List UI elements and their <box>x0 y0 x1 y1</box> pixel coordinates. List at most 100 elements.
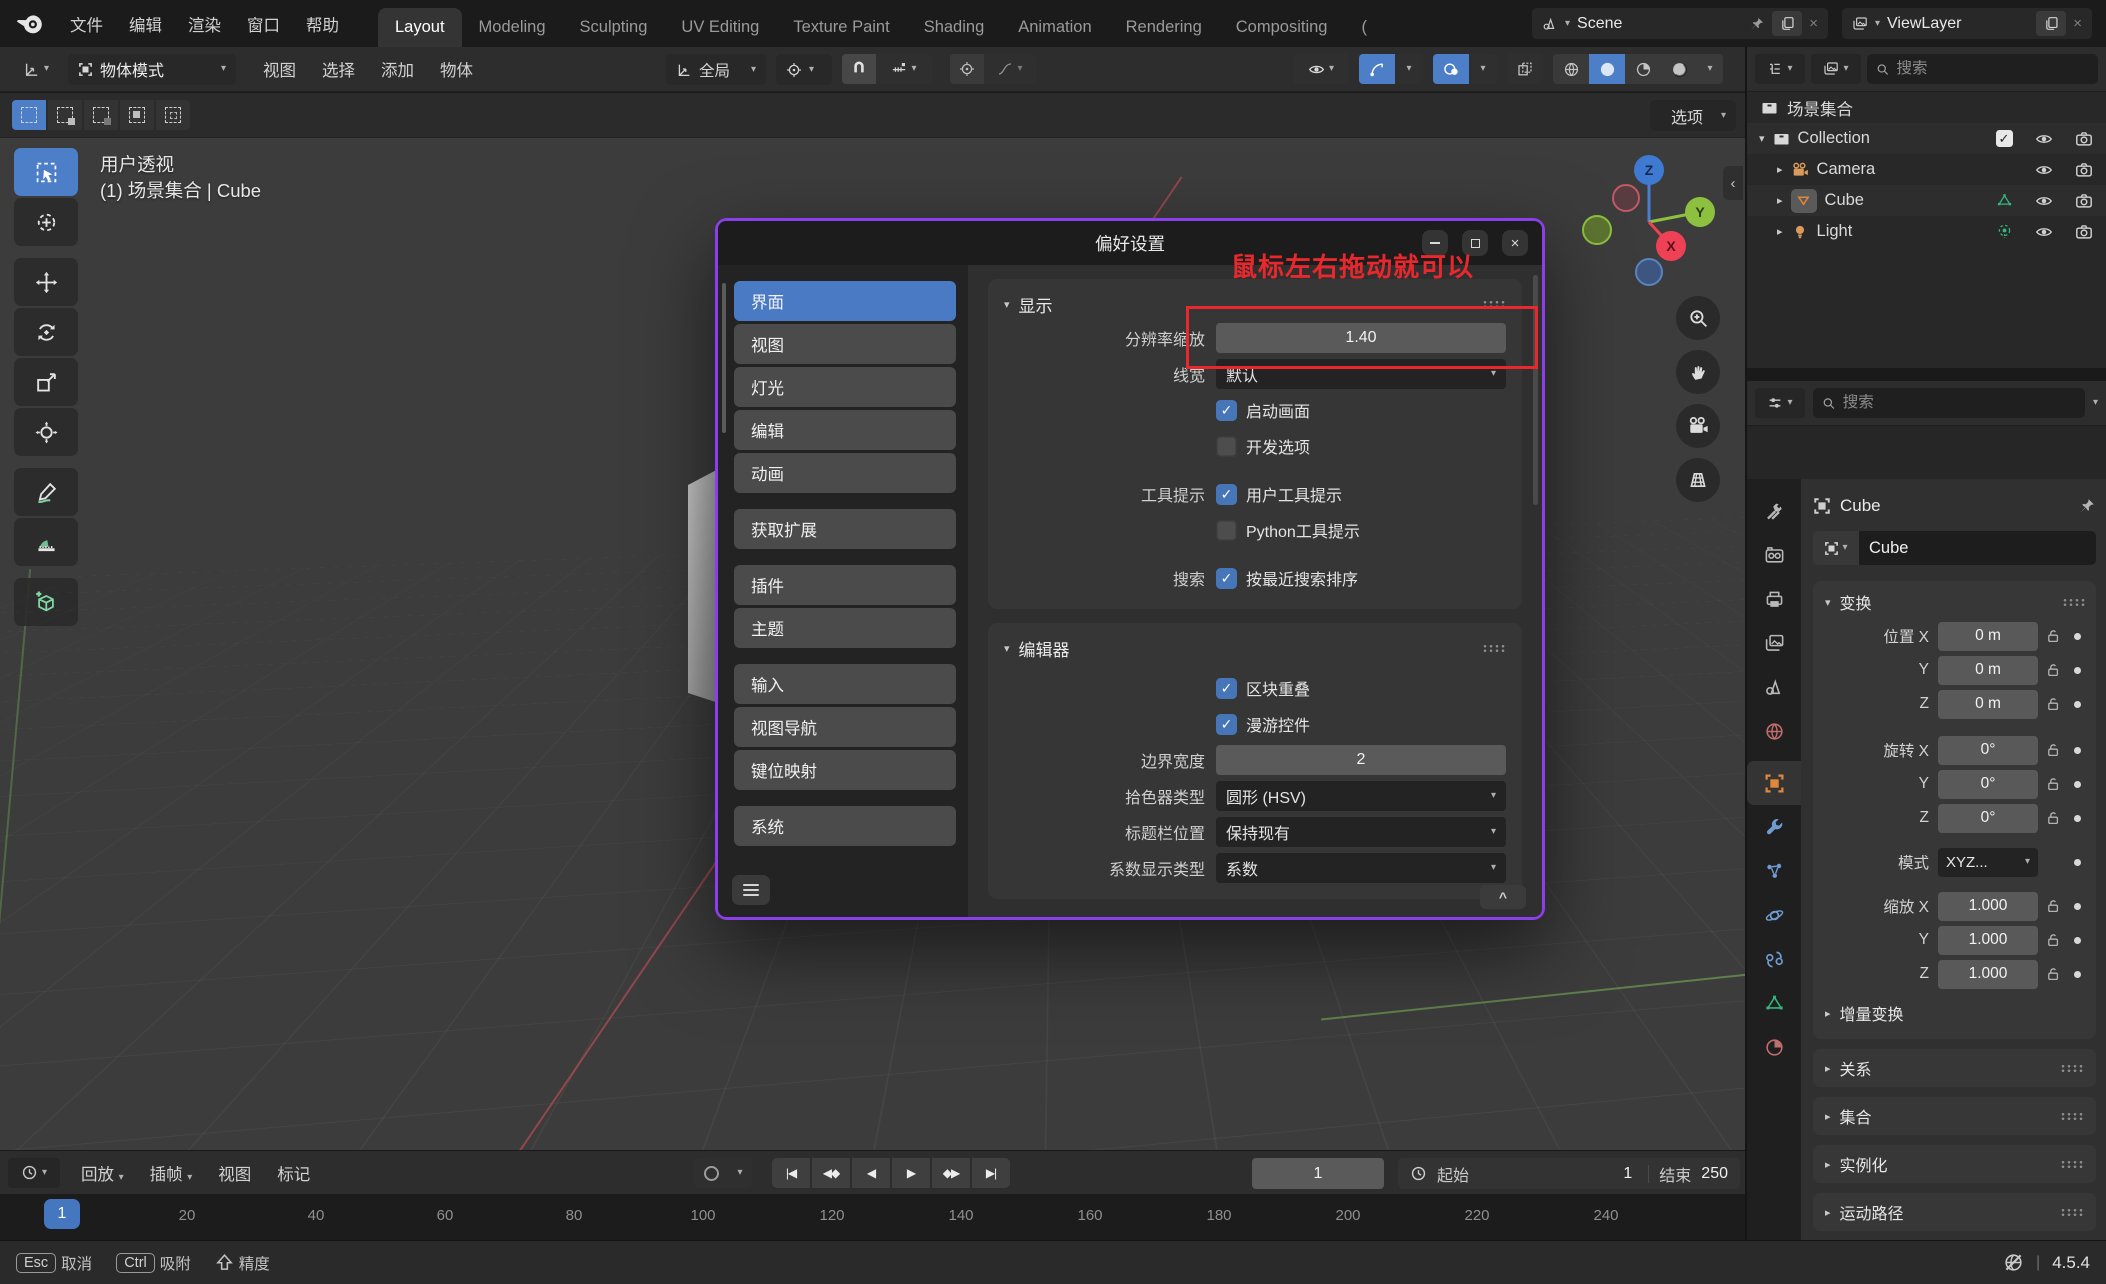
tab-material[interactable] <box>1747 1025 1801 1069</box>
tab-scene[interactable] <box>1747 665 1801 709</box>
object-name-value[interactable]: Cube <box>1859 531 2096 565</box>
shading-wireframe[interactable] <box>1553 54 1589 84</box>
lock-button[interactable] <box>2038 810 2068 826</box>
network-offline-icon[interactable] <box>2003 1252 2024 1273</box>
user-tooltips-checkbox[interactable]: ✓ <box>1216 484 1237 505</box>
tab-texture-paint[interactable]: Texture Paint <box>776 8 906 47</box>
properties-search[interactable] <box>1813 388 2085 418</box>
outliner-row-cube[interactable]: ▸ Cube <box>1747 185 2106 216</box>
tab-sculpting[interactable]: Sculpting <box>563 8 665 47</box>
prefs-nav-keymap[interactable]: 键位映射 <box>734 750 956 790</box>
panel-collections[interactable]: ▸集合 <box>1813 1097 2096 1135</box>
pivot-point-dropdown[interactable]: ▾ <box>776 54 832 85</box>
keying-dropdown[interactable]: ▾ <box>728 1158 752 1188</box>
transform-panel-header[interactable]: ▾ 变换 <box>1813 587 2086 617</box>
lock-button[interactable] <box>2038 742 2068 758</box>
tool-rotate[interactable] <box>14 308 78 356</box>
pan-button[interactable] <box>1676 350 1720 394</box>
menu-markers[interactable]: 标记 <box>264 1161 323 1185</box>
developer-checkbox[interactable] <box>1216 436 1237 457</box>
snap-settings-dropdown[interactable]: ▾ <box>876 54 932 84</box>
end-value[interactable]: 250 <box>1701 1165 1728 1183</box>
select-mode-intersect[interactable] <box>156 100 190 130</box>
factor-display-dropdown[interactable]: 系数▾ <box>1216 853 1506 883</box>
scale-z-field[interactable]: 1.000 <box>1938 960 2038 989</box>
scale-y-field[interactable]: 1.000 <box>1938 926 2038 955</box>
jump-to-start-button[interactable]: |◀ <box>772 1158 810 1188</box>
zoom-button[interactable] <box>1676 296 1720 340</box>
outliner-row-scene-collection[interactable]: 场景集合 <box>1747 92 2106 123</box>
splash-checkbox[interactable]: ✓ <box>1216 400 1237 421</box>
viewlayer-selector[interactable]: ▾ ViewLayer × <box>1842 8 2092 39</box>
menu-view[interactable]: 视图 <box>250 57 309 81</box>
auto-keying-toggle[interactable] <box>694 1158 728 1188</box>
ortho-toggle-button[interactable] <box>1676 458 1720 502</box>
outliner-editor-type-button[interactable]: ▾ <box>1755 54 1805 84</box>
disable-render-icon[interactable] <box>2075 161 2093 179</box>
menu-select[interactable]: 选择 <box>309 57 368 81</box>
prefs-menu-button[interactable] <box>732 875 770 905</box>
camera-view-button[interactable] <box>1676 404 1720 448</box>
prefs-nav-themes[interactable]: 主题 <box>734 608 956 648</box>
color-picker-dropdown[interactable]: 圆形 (HSV)▾ <box>1216 781 1506 811</box>
shading-solid[interactable] <box>1589 54 1625 84</box>
editor-type-button[interactable]: ▾ <box>10 54 62 84</box>
collection-checkbox[interactable]: ✓ <box>1996 130 2013 147</box>
chevron-down-icon[interactable]: ▾ <box>2093 398 2098 408</box>
delta-transform-row[interactable]: ▸ 增量变换 <box>1813 997 2086 1029</box>
animate-dot[interactable] <box>2074 903 2081 910</box>
border-width-field[interactable]: 2 <box>1216 745 1506 775</box>
lock-button[interactable] <box>2038 898 2068 914</box>
select-mode-subtract[interactable] <box>84 100 118 130</box>
sidebar-collapse-arrow[interactable]: ‹ <box>1723 166 1743 200</box>
scroll-up-button[interactable]: ^ <box>1480 885 1526 909</box>
tool-select-box[interactable] <box>14 148 78 196</box>
shading-rendered[interactable] <box>1661 54 1697 84</box>
tool-annotate[interactable] <box>14 468 78 516</box>
prefs-nav-viewport[interactable]: 视图 <box>734 324 956 364</box>
prefs-nav-input[interactable]: 输入 <box>734 664 956 704</box>
menu-window[interactable]: 窗口 <box>234 12 293 36</box>
next-keyframe-button[interactable]: ◆▶ <box>932 1158 970 1188</box>
location-y-field[interactable]: 0 m <box>1938 656 2038 685</box>
drag-grip-icon[interactable] <box>2060 1160 2084 1169</box>
tab-physics[interactable] <box>1747 893 1801 937</box>
disable-render-icon[interactable] <box>2075 223 2093 241</box>
panel-relations[interactable]: ▸关系 <box>1813 1049 2096 1087</box>
outliner-row-camera[interactable]: ▸ Camera <box>1747 154 2106 185</box>
expand-icon[interactable]: ▸ <box>1777 225 1783 238</box>
panel-motion-paths[interactable]: ▸运动路径 <box>1813 1193 2096 1231</box>
unlink-scene-icon[interactable]: × <box>1809 15 1818 32</box>
nav-controls-checkbox[interactable]: ✓ <box>1216 714 1237 735</box>
panel-splitter[interactable] <box>1747 368 2106 381</box>
menu-render[interactable]: 渲染 <box>175 12 234 36</box>
rotation-mode-dropdown[interactable]: XYZ...▾ <box>1938 848 2038 877</box>
tab-object[interactable] <box>1747 761 1801 805</box>
prefs-nav-lights[interactable]: 灯光 <box>734 367 956 407</box>
scene-selector[interactable]: ▾ Scene × <box>1532 8 1828 39</box>
lock-button[interactable] <box>2038 628 2068 644</box>
current-frame-field[interactable]: 1 <box>1252 1158 1384 1189</box>
menu-keying[interactable]: 插帧 ▾ <box>137 1161 206 1185</box>
menu-add[interactable]: 添加 <box>368 57 427 81</box>
tab-render[interactable] <box>1747 533 1801 577</box>
outliner-display-mode-button[interactable]: ▾ <box>1811 54 1861 84</box>
sidebar-scrollbar[interactable] <box>722 283 726 433</box>
panel-instancing[interactable]: ▸实例化 <box>1813 1145 2096 1183</box>
visibility-dropdown[interactable]: ▾ <box>1293 54 1349 84</box>
prev-keyframe-button[interactable]: ◀◆ <box>812 1158 850 1188</box>
clock-icon[interactable] <box>1410 1165 1427 1182</box>
menu-view-timeline[interactable]: 视图 <box>205 1161 264 1185</box>
outliner-search-input[interactable] <box>1897 60 2089 78</box>
gizmos-toggle[interactable] <box>1359 54 1395 84</box>
menu-playback[interactable]: 回放 ▾ <box>68 1161 137 1185</box>
new-viewlayer-button[interactable] <box>2036 11 2066 36</box>
prefs-nav-interface[interactable]: 界面 <box>734 281 956 321</box>
navigation-gizmo[interactable]: Z Y X <box>1575 145 1725 295</box>
object-name-field[interactable]: ▾ Cube <box>1813 531 2096 565</box>
tab-world[interactable] <box>1747 709 1801 753</box>
new-scene-button[interactable] <box>1772 11 1802 36</box>
animate-dot[interactable] <box>2074 815 2081 822</box>
snap-toggle[interactable] <box>842 54 876 84</box>
tab-uv-editing[interactable]: UV Editing <box>664 8 776 47</box>
